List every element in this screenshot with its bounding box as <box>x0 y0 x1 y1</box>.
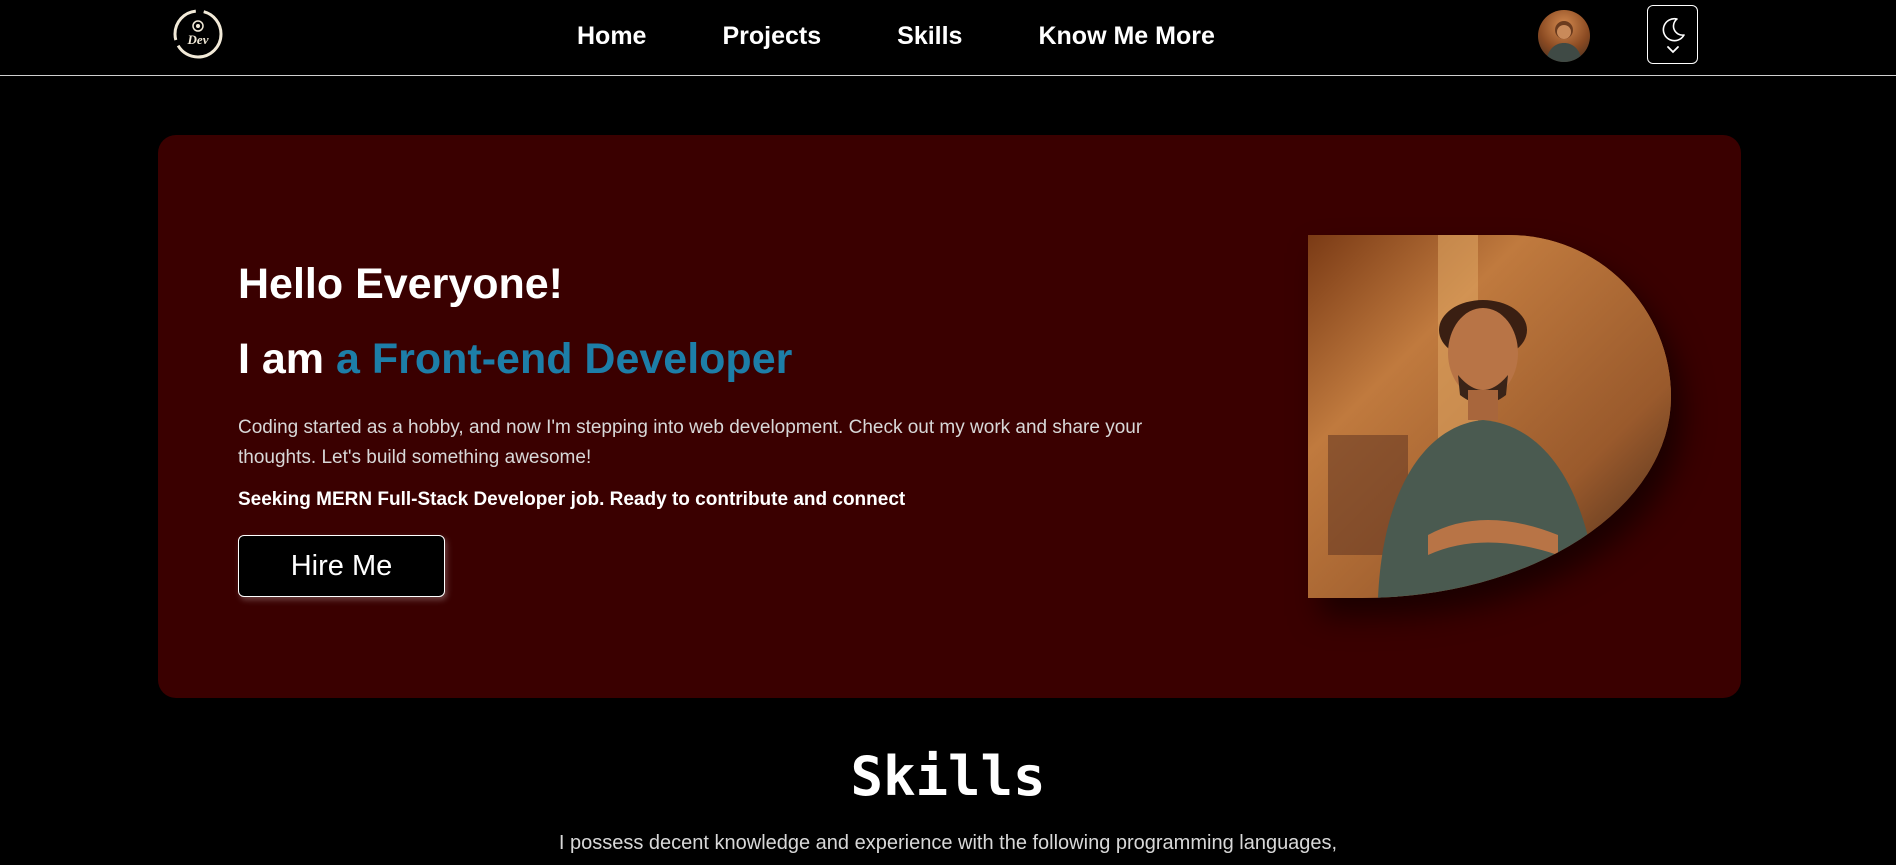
role-highlight: a Front-end Developer <box>336 335 793 383</box>
theme-toggle-button[interactable] <box>1647 5 1698 64</box>
nav-home[interactable]: Home <box>577 22 646 51</box>
hero-role: I am a Front-end Developer <box>238 335 792 384</box>
nav-know-me-more[interactable]: Know Me More <box>1038 22 1214 51</box>
main-nav: Home Projects Skills Know Me More <box>577 0 1215 72</box>
hero-card: Hello Everyone! I am a Front-end Develop… <box>158 135 1741 698</box>
nav-skills[interactable]: Skills <box>897 22 962 51</box>
hire-me-button[interactable]: Hire Me <box>238 535 445 597</box>
nav-projects[interactable]: Projects <box>722 22 821 51</box>
hero-seeking: Seeking MERN Full-Stack Developer job. R… <box>238 489 906 510</box>
avatar[interactable] <box>1538 10 1590 62</box>
profile-photo <box>1308 235 1671 598</box>
skills-heading: Skills <box>850 745 1046 808</box>
site-logo[interactable]: Dev <box>172 8 224 60</box>
role-prefix: I am <box>238 335 336 383</box>
hero-bio: Coding started as a hobby, and now I'm s… <box>238 417 1143 468</box>
avatar-person-icon <box>1546 21 1582 62</box>
hero-greeting: Hello Everyone! <box>238 260 563 308</box>
navbar: Dev Home Projects Skills Know Me More <box>0 0 1896 76</box>
chevron-down-icon <box>1666 45 1679 53</box>
logo-text: Dev <box>187 32 209 47</box>
moon-icon <box>1662 17 1685 41</box>
skills-description: I possess decent knowledge and experienc… <box>558 832 1338 854</box>
portrait-illustration <box>1308 235 1671 598</box>
